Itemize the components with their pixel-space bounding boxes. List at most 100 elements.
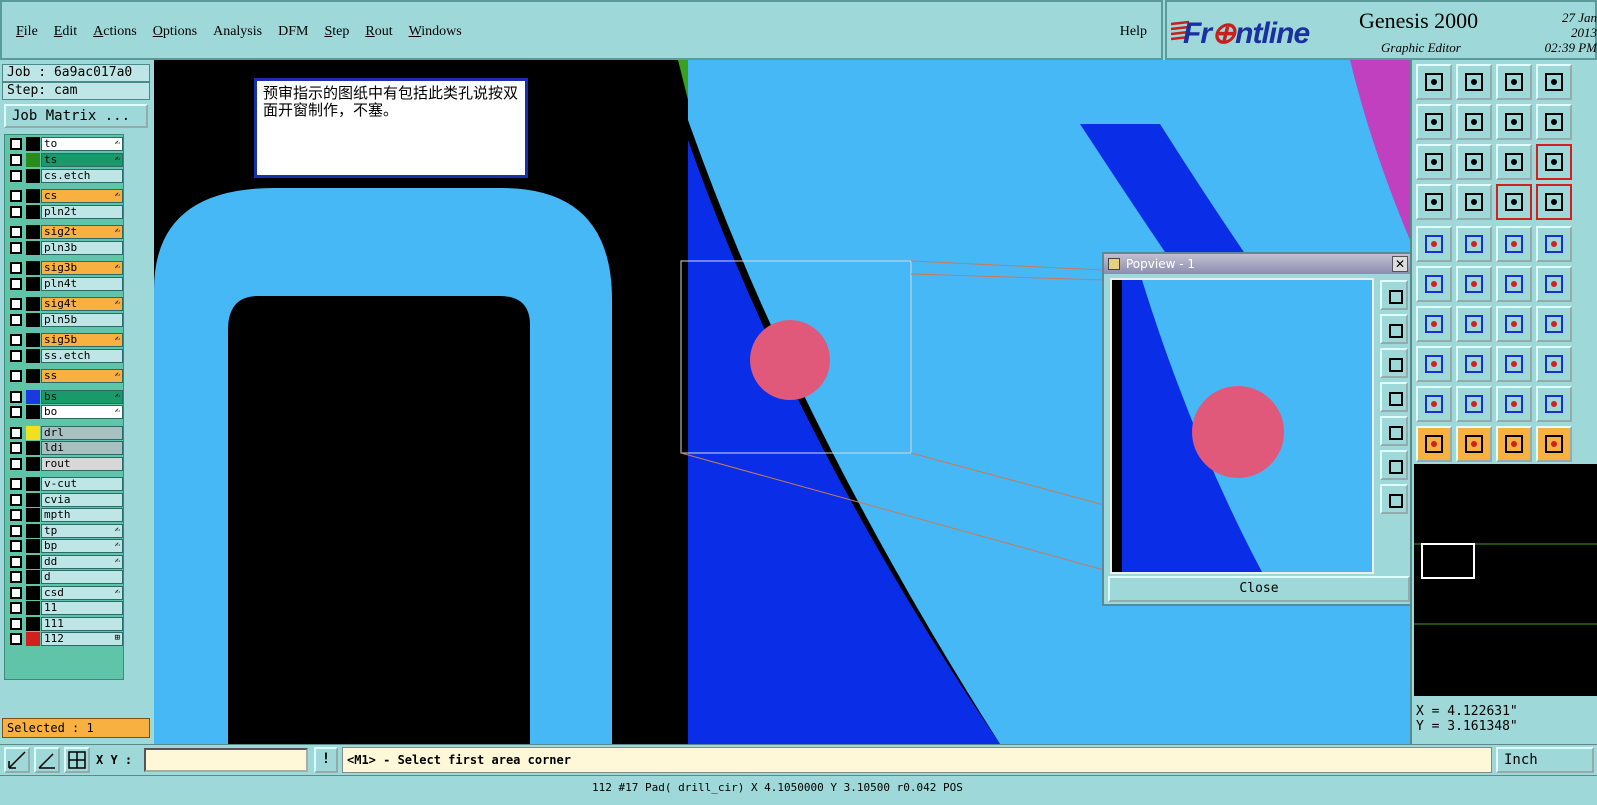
layer-color-swatch[interactable] bbox=[26, 168, 40, 183]
layer-color-swatch[interactable] bbox=[26, 276, 40, 291]
menu-analysis[interactable]: Analysis bbox=[205, 24, 270, 40]
menu-windows[interactable]: Windows bbox=[401, 24, 470, 40]
unit-selector[interactable]: Inch bbox=[1496, 747, 1594, 773]
layer-row-bp[interactable]: bp ✍ bbox=[7, 539, 123, 553]
layer-color-swatch[interactable] bbox=[26, 333, 40, 347]
popview-zoom-icon[interactable] bbox=[1380, 280, 1408, 310]
layer-row-pln5b[interactable]: pln5b bbox=[7, 312, 123, 327]
layer-row-csd[interactable]: csd ✍ bbox=[7, 585, 123, 600]
layer-name[interactable]: cs bbox=[41, 189, 123, 203]
layer-name[interactable]: bs bbox=[41, 389, 123, 404]
layer-name[interactable]: pln3b bbox=[41, 240, 123, 255]
select-net-icon[interactable] bbox=[1536, 426, 1572, 462]
layer-color-swatch[interactable] bbox=[26, 601, 40, 615]
layer-color-swatch[interactable] bbox=[26, 523, 40, 538]
layer-checkbox[interactable] bbox=[10, 406, 22, 418]
feature-filter-icon[interactable] bbox=[1536, 306, 1572, 342]
help-menu[interactable]: Help bbox=[1120, 24, 1147, 40]
popview-pan-up-icon[interactable] bbox=[1380, 314, 1408, 344]
layer-row-112[interactable]: 112 ⊞ bbox=[7, 632, 123, 646]
layer-name[interactable]: sig2t bbox=[41, 225, 123, 239]
popview-titlebar[interactable]: Popview - 1 ✕ bbox=[1104, 254, 1412, 274]
layer-name[interactable]: sig5b bbox=[41, 333, 123, 347]
layer-name[interactable]: cvia bbox=[41, 492, 123, 507]
layer-color-swatch[interactable] bbox=[26, 153, 40, 167]
diagonal-line-icon[interactable] bbox=[1456, 306, 1492, 342]
layer-checkbox[interactable] bbox=[10, 571, 22, 583]
fit-screen-icon[interactable] bbox=[1416, 144, 1452, 180]
layer-row-pln4t[interactable]: pln4t bbox=[7, 276, 123, 291]
layer-name[interactable]: ss.etch bbox=[41, 348, 123, 363]
layer-checkbox[interactable] bbox=[10, 509, 22, 521]
layer-checkbox[interactable] bbox=[10, 370, 22, 382]
layer-checkbox[interactable] bbox=[10, 298, 22, 310]
layer-color-swatch[interactable] bbox=[26, 539, 40, 553]
layer-checkbox[interactable] bbox=[10, 555, 22, 568]
layer-row-tp[interactable]: tp ✍ bbox=[7, 523, 123, 538]
ruler-icon[interactable] bbox=[1496, 226, 1532, 262]
layer-color-swatch[interactable] bbox=[26, 204, 40, 219]
layer-color-swatch[interactable] bbox=[26, 405, 40, 419]
layer-row-rout[interactable]: rout bbox=[7, 456, 123, 471]
cut-line-icon[interactable] bbox=[1456, 346, 1492, 382]
window-menu-icon[interactable] bbox=[1108, 258, 1120, 270]
layer-checkbox[interactable] bbox=[10, 313, 22, 326]
arch-icon[interactable] bbox=[1496, 386, 1532, 422]
close-button[interactable]: Close bbox=[1108, 576, 1410, 602]
layer-row-sig3b[interactable]: sig3b ✍ bbox=[7, 261, 123, 275]
layer-row-bo[interactable]: bo ✍ bbox=[7, 405, 123, 419]
layer-row-sig4t[interactable]: sig4t ✍ bbox=[7, 297, 123, 311]
layer-checkbox[interactable] bbox=[10, 334, 22, 346]
layer-color-swatch[interactable] bbox=[26, 570, 40, 584]
layer-row-sig5b[interactable]: sig5b ✍ bbox=[7, 333, 123, 347]
layer-color-swatch[interactable] bbox=[26, 369, 40, 383]
menu-file[interactable]: File bbox=[8, 24, 46, 40]
layer-checkbox[interactable] bbox=[10, 586, 22, 599]
menu-edit[interactable]: Edit bbox=[46, 24, 85, 40]
align-top-icon[interactable] bbox=[1416, 64, 1452, 100]
mirror-icon[interactable] bbox=[1496, 104, 1532, 140]
arc-triangle-icon[interactable] bbox=[1456, 386, 1492, 422]
layer-color-swatch[interactable] bbox=[26, 554, 40, 569]
circle-pad-icon[interactable] bbox=[1536, 226, 1572, 262]
layer-row-cs.etch[interactable]: cs.etch bbox=[7, 168, 123, 183]
layer-name[interactable]: pln4t bbox=[41, 276, 123, 291]
popview-zoom-out-icon[interactable] bbox=[1380, 484, 1408, 514]
select-rect-icon[interactable] bbox=[1496, 426, 1532, 462]
popview-zoom-in-icon[interactable] bbox=[1380, 450, 1408, 480]
layer-name[interactable]: v-cut bbox=[41, 477, 123, 491]
close-icon[interactable]: ✕ bbox=[1392, 256, 1408, 272]
layer-name[interactable]: mpth bbox=[41, 508, 123, 522]
layer-checkbox[interactable] bbox=[10, 493, 22, 506]
layer-name[interactable]: 112 bbox=[41, 632, 123, 646]
layer-color-swatch[interactable] bbox=[26, 240, 40, 255]
zoom-center-icon[interactable] bbox=[1456, 144, 1492, 180]
layer-compare-icon[interactable] bbox=[1496, 184, 1532, 220]
layer-checkbox[interactable] bbox=[10, 478, 22, 490]
layer-name[interactable]: cs.etch bbox=[41, 168, 123, 183]
layer-row-bs[interactable]: bs ✍ bbox=[7, 389, 123, 404]
layer-checkbox[interactable] bbox=[10, 262, 22, 274]
layer-checkbox[interactable] bbox=[10, 390, 22, 403]
layer-checkbox[interactable] bbox=[10, 169, 22, 182]
connect-nodes-icon[interactable] bbox=[1416, 266, 1452, 302]
layer-checkbox[interactable] bbox=[10, 524, 22, 537]
layer-name[interactable]: d bbox=[41, 570, 123, 584]
layer-row-to[interactable]: to ✍ bbox=[7, 137, 123, 151]
menu-options[interactable]: Options bbox=[145, 24, 205, 40]
layer-checkbox[interactable] bbox=[10, 540, 22, 552]
line-draw-icon[interactable] bbox=[1456, 226, 1492, 262]
angle-icon[interactable] bbox=[34, 747, 60, 773]
layer-row-v-cut[interactable]: v-cut bbox=[7, 477, 123, 491]
layer-row-sig2t[interactable]: sig2t ✍ bbox=[7, 225, 123, 239]
layer-row-11[interactable]: 11 bbox=[7, 601, 123, 615]
layer-color-swatch[interactable] bbox=[26, 189, 40, 203]
layer-row-dd[interactable]: dd ✍ bbox=[7, 554, 123, 569]
alert-button[interactable]: ! bbox=[314, 747, 338, 773]
layer-name[interactable]: pln5b bbox=[41, 312, 123, 327]
home-icon[interactable] bbox=[1496, 64, 1532, 100]
layer-name[interactable]: 111 bbox=[41, 616, 123, 631]
layer-row-pln3b[interactable]: pln3b bbox=[7, 240, 123, 255]
layer-name[interactable]: bo bbox=[41, 405, 123, 419]
grid-snap-icon[interactable] bbox=[64, 747, 90, 773]
